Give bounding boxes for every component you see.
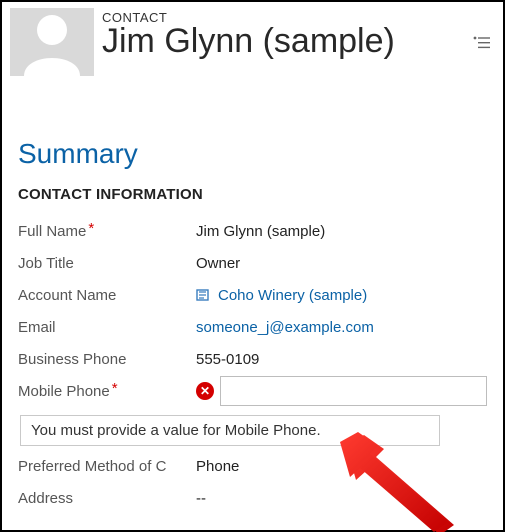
field-account-name[interactable]: Account Name Coho Winery (sample) <box>18 279 487 311</box>
label-full-name: Full Name * <box>18 223 196 240</box>
lookup-icon <box>196 288 212 302</box>
field-email[interactable]: Email someone_j@example.com <box>18 311 487 343</box>
field-address[interactable]: Address -- <box>18 482 487 514</box>
value-job-title[interactable]: Owner <box>196 255 487 272</box>
error-icon: ✕ <box>196 382 214 400</box>
tab-summary[interactable]: Summary <box>2 80 503 180</box>
value-address[interactable]: -- <box>196 490 487 507</box>
label-text: Full Name <box>18 223 86 240</box>
avatar[interactable] <box>10 8 94 76</box>
value-account-name[interactable]: Coho Winery (sample) <box>196 287 487 304</box>
field-mobile-phone[interactable]: Mobile Phone * ✕ <box>18 375 487 407</box>
record-header: CONTACT Jim Glynn (sample) <box>2 2 503 80</box>
field-preferred-method[interactable]: Preferred Method of C Phone <box>18 450 487 482</box>
value-full-name[interactable]: Jim Glynn (sample) <box>196 223 487 240</box>
link-text[interactable]: Coho Winery (sample) <box>218 287 367 304</box>
fields: Full Name * Jim Glynn (sample) Job Title… <box>2 215 503 514</box>
label-job-title: Job Title <box>18 255 196 272</box>
value-preferred-method[interactable]: Phone <box>196 458 487 475</box>
label-account-name: Account Name <box>18 287 196 304</box>
field-business-phone[interactable]: Business Phone 555-0109 <box>18 343 487 375</box>
header-menu-icon[interactable] <box>471 28 495 57</box>
field-full-name[interactable]: Full Name * Jim Glynn (sample) <box>18 215 487 247</box>
field-job-title[interactable]: Job Title Owner <box>18 247 487 279</box>
label-mobile-phone: Mobile Phone * <box>18 383 196 400</box>
record-name: Jim Glynn (sample) <box>102 23 463 60</box>
label-preferred-method: Preferred Method of C <box>18 458 196 475</box>
value-business-phone[interactable]: 555-0109 <box>196 351 487 368</box>
title-block: CONTACT Jim Glynn (sample) <box>102 8 463 60</box>
label-email: Email <box>18 319 196 336</box>
label-address: Address <box>18 490 196 507</box>
label-text: Mobile Phone <box>18 383 110 400</box>
validation-tooltip: You must provide a value for Mobile Phon… <box>20 415 440 446</box>
section-contact-info: CONTACT INFORMATION <box>2 180 503 215</box>
person-icon <box>10 8 94 76</box>
label-business-phone: Business Phone <box>18 351 196 368</box>
value-email[interactable]: someone_j@example.com <box>196 319 487 336</box>
mobile-phone-input[interactable] <box>220 376 487 406</box>
